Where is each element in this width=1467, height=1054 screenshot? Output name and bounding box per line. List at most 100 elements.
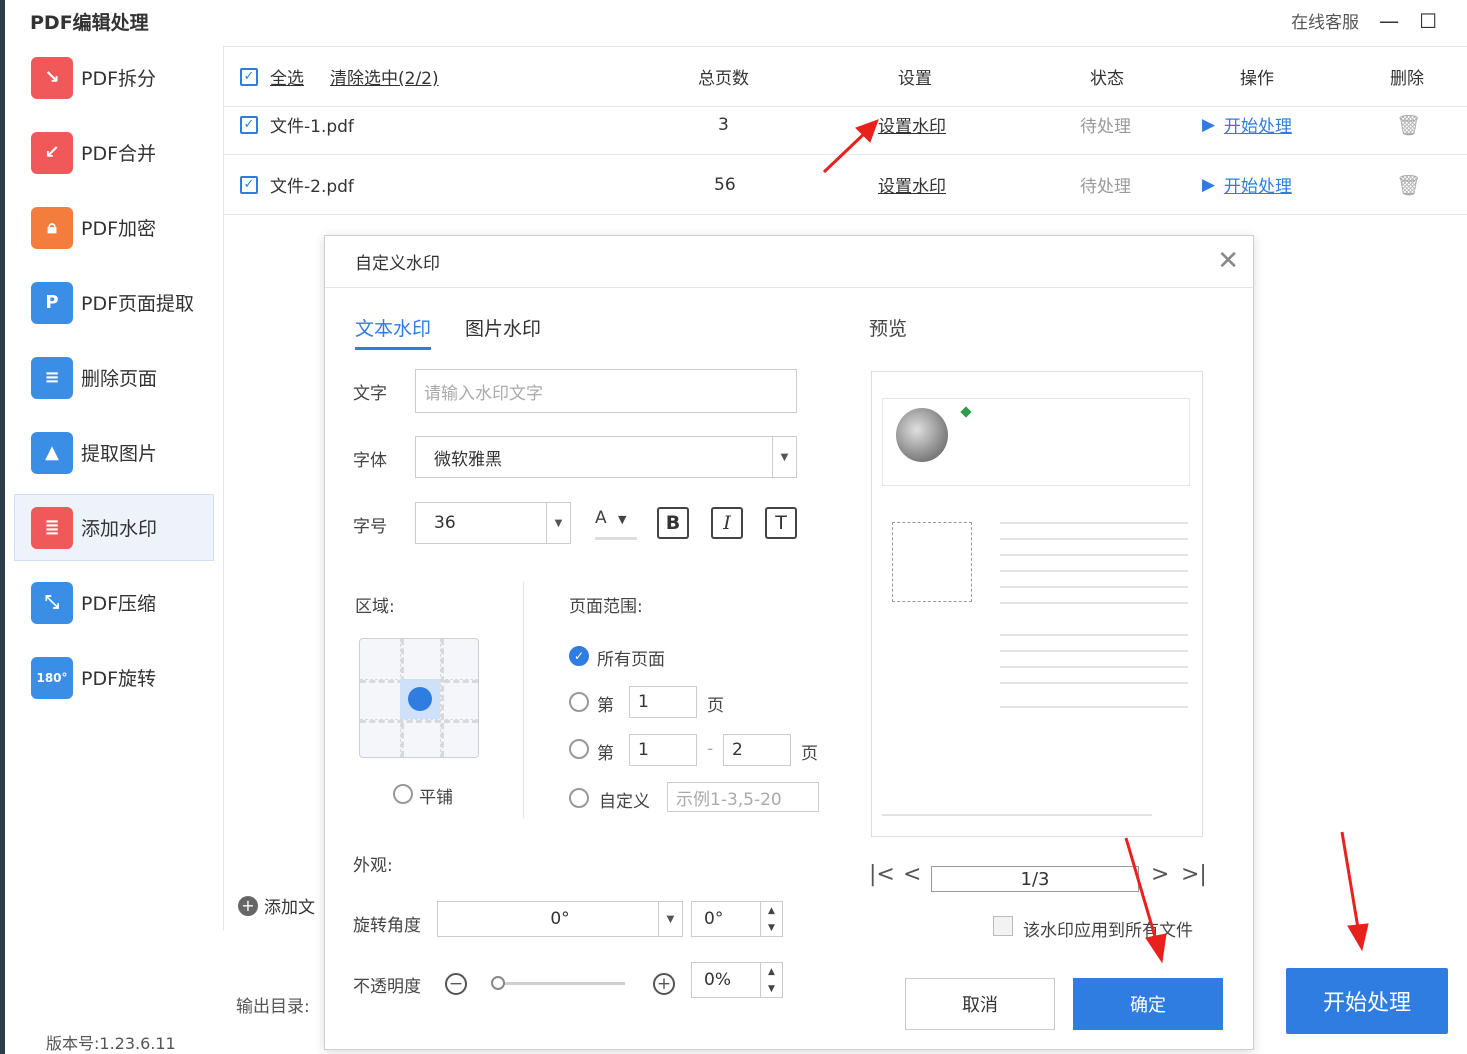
all-pages-radio[interactable]: ✓ <box>569 646 589 666</box>
opacity-slider-thumb[interactable] <box>491 976 505 990</box>
title-bar-controls: 在线客服 — ☐ <box>1291 8 1437 34</box>
sidebar-item-rotate[interactable]: 180° PDF旋转 <box>14 644 214 711</box>
version-label: 版本号:1.23.6.11 <box>46 1034 176 1053</box>
sidebar-item-encrypt[interactable]: 🔒︎ PDF加密 <box>14 194 214 261</box>
grid-line <box>440 639 444 757</box>
stepper-arrows-icon[interactable]: ▲ ▼ <box>760 902 782 936</box>
stepper-arrows-icon[interactable]: ▲ ▼ <box>760 963 782 997</box>
confirm-button[interactable]: 确定 <box>1073 978 1223 1030</box>
row-checkbox[interactable]: ✓ <box>240 115 258 134</box>
preview-line <box>1000 570 1188 572</box>
text-style-button[interactable]: T <box>765 507 797 539</box>
sidebar-item-label: PDF压缩 <box>81 593 157 615</box>
last-page-icon[interactable]: >| <box>1181 862 1207 887</box>
chevron-down-icon: ▼ <box>772 437 796 477</box>
font-size-select[interactable]: 36 ▼ <box>415 502 571 544</box>
maximize-icon[interactable]: ☐ <box>1419 9 1437 33</box>
rotation-label: 旋转角度 <box>353 916 421 936</box>
sidebar: ↘ PDF拆分 ↙ PDF合并 🔒︎ PDF加密 P PDF页面提取 ≡ 删除页… <box>14 44 214 719</box>
set-watermark-link[interactable]: 设置水印 <box>878 172 946 197</box>
font-label: 字体 <box>353 451 387 471</box>
font-color-picker[interactable]: A ▼ <box>595 508 637 540</box>
preview-line <box>1000 706 1188 708</box>
start-process-link[interactable]: 开始处理 <box>1224 172 1292 197</box>
range-separator: - <box>707 739 714 759</box>
cancel-button[interactable]: 取消 <box>905 978 1055 1030</box>
opacity-plus-button[interactable]: + <box>653 973 675 995</box>
preview-line <box>1000 554 1188 556</box>
select-all-checkbox[interactable]: ✓ <box>240 67 258 86</box>
preview-bearing-image <box>896 408 948 462</box>
divider <box>523 582 524 818</box>
tab-image-watermark[interactable]: 图片水印 <box>465 314 541 350</box>
position-grid[interactable] <box>359 638 479 758</box>
start-process-link[interactable]: 开始处理 <box>1224 112 1292 137</box>
opacity-stepper[interactable]: 0% ▲ ▼ <box>691 962 783 998</box>
sidebar-item-extract-images[interactable]: ▲ 提取图片 <box>14 419 214 486</box>
single-page-input[interactable]: 1 <box>629 686 697 718</box>
select-all-label[interactable]: 全选 <box>270 64 304 89</box>
preview-line <box>1000 682 1188 684</box>
row-checkbox[interactable]: ✓ <box>240 175 258 194</box>
sidebar-item-label: PDF加密 <box>81 218 157 240</box>
clear-selection-link[interactable]: 清除选中(2/2) <box>330 64 439 89</box>
sidebar-item-compress[interactable]: ⤡ PDF压缩 <box>14 569 214 636</box>
rotation-value: 0° <box>704 909 724 929</box>
apply-all-label: 该水印应用到所有文件 <box>1023 921 1193 941</box>
page-suffix: 页 <box>801 744 818 764</box>
set-watermark-link[interactable]: 设置水印 <box>878 112 946 137</box>
play-icon: ▶ <box>1202 174 1216 195</box>
sidebar-item-label: PDF合并 <box>81 143 157 165</box>
rotation-select[interactable]: 0° ▼ <box>437 901 683 937</box>
dialog-header: 自定义水印 <box>325 236 1253 288</box>
chevron-down-icon: ▼ <box>658 902 682 936</box>
sidebar-item-watermark[interactable]: ≣ 添加水印 <box>14 494 214 561</box>
start-all-button[interactable]: 开始处理 <box>1286 968 1448 1034</box>
rotation-stepper[interactable]: 0° ▲ ▼ <box>691 901 783 937</box>
file-name: 文件-1.pdf <box>270 117 354 137</box>
position-center-cell[interactable] <box>400 679 440 719</box>
trash-icon[interactable]: 🗑︎ <box>1396 173 1421 197</box>
sidebar-item-label: PDF旋转 <box>81 668 157 690</box>
page-range-radio[interactable] <box>569 739 589 759</box>
appearance-label: 外观: <box>353 856 393 876</box>
watermark-text-input[interactable]: 请输入水印文字 <box>415 369 797 413</box>
minimize-icon[interactable]: — <box>1379 9 1399 33</box>
sidebar-item-merge[interactable]: ↙ PDF合并 <box>14 119 214 186</box>
apply-all-checkbox[interactable] <box>993 916 1013 936</box>
bold-button[interactable]: B <box>657 507 689 539</box>
italic-button[interactable]: I <box>711 507 743 539</box>
opacity-slider-track[interactable] <box>497 982 625 985</box>
custom-range-input[interactable]: 示例1-3,5-20 <box>667 782 819 812</box>
single-page-radio[interactable] <box>569 692 589 712</box>
opacity-minus-button[interactable]: − <box>445 973 467 995</box>
sidebar-item-delete-pages[interactable]: ≡ 删除页面 <box>14 344 214 411</box>
column-header-pages: 总页数 <box>698 69 749 89</box>
tile-label: 平铺 <box>419 788 453 808</box>
compress-icon: ⤡ <box>31 581 73 624</box>
sidebar-item-split[interactable]: ↘ PDF拆分 <box>14 44 214 111</box>
first-page-icon[interactable]: |< <box>869 862 895 887</box>
image-icon: ▲ <box>31 431 73 474</box>
range-to-input[interactable]: 2 <box>723 734 791 766</box>
status-text: 待处理 <box>1080 117 1131 137</box>
app-title: PDF编辑处理 <box>30 12 149 34</box>
close-icon[interactable]: ✕ <box>1217 246 1239 276</box>
tile-radio[interactable] <box>393 784 413 804</box>
sidebar-item-extract-pages[interactable]: P PDF页面提取 <box>14 269 214 336</box>
tab-text-watermark[interactable]: 文本水印 <box>355 314 432 350</box>
next-page-icon[interactable]: > <box>1151 862 1169 887</box>
output-dir-label: 输出目录: <box>236 997 310 1017</box>
online-support-link[interactable]: 在线客服 <box>1291 8 1359 33</box>
watermark-dialog: 自定义水印 ✕ 文本水印 图片水印 文字 请输入水印文字 字体 微软雅黑 ▼ 字… <box>324 235 1254 1050</box>
trash-icon[interactable]: 🗑︎ <box>1396 113 1421 137</box>
preview-line <box>1000 650 1188 652</box>
range-from-input[interactable]: 1 <box>629 734 697 766</box>
preview-line <box>1000 522 1188 524</box>
add-file-button[interactable]: + 添加文 <box>238 893 315 918</box>
page-prefix: 第 <box>597 744 614 764</box>
font-select[interactable]: 微软雅黑 ▼ <box>415 436 797 478</box>
font-color-glyph: A <box>595 508 607 528</box>
custom-range-radio[interactable] <box>569 788 589 808</box>
prev-page-icon[interactable]: < <box>903 862 921 887</box>
